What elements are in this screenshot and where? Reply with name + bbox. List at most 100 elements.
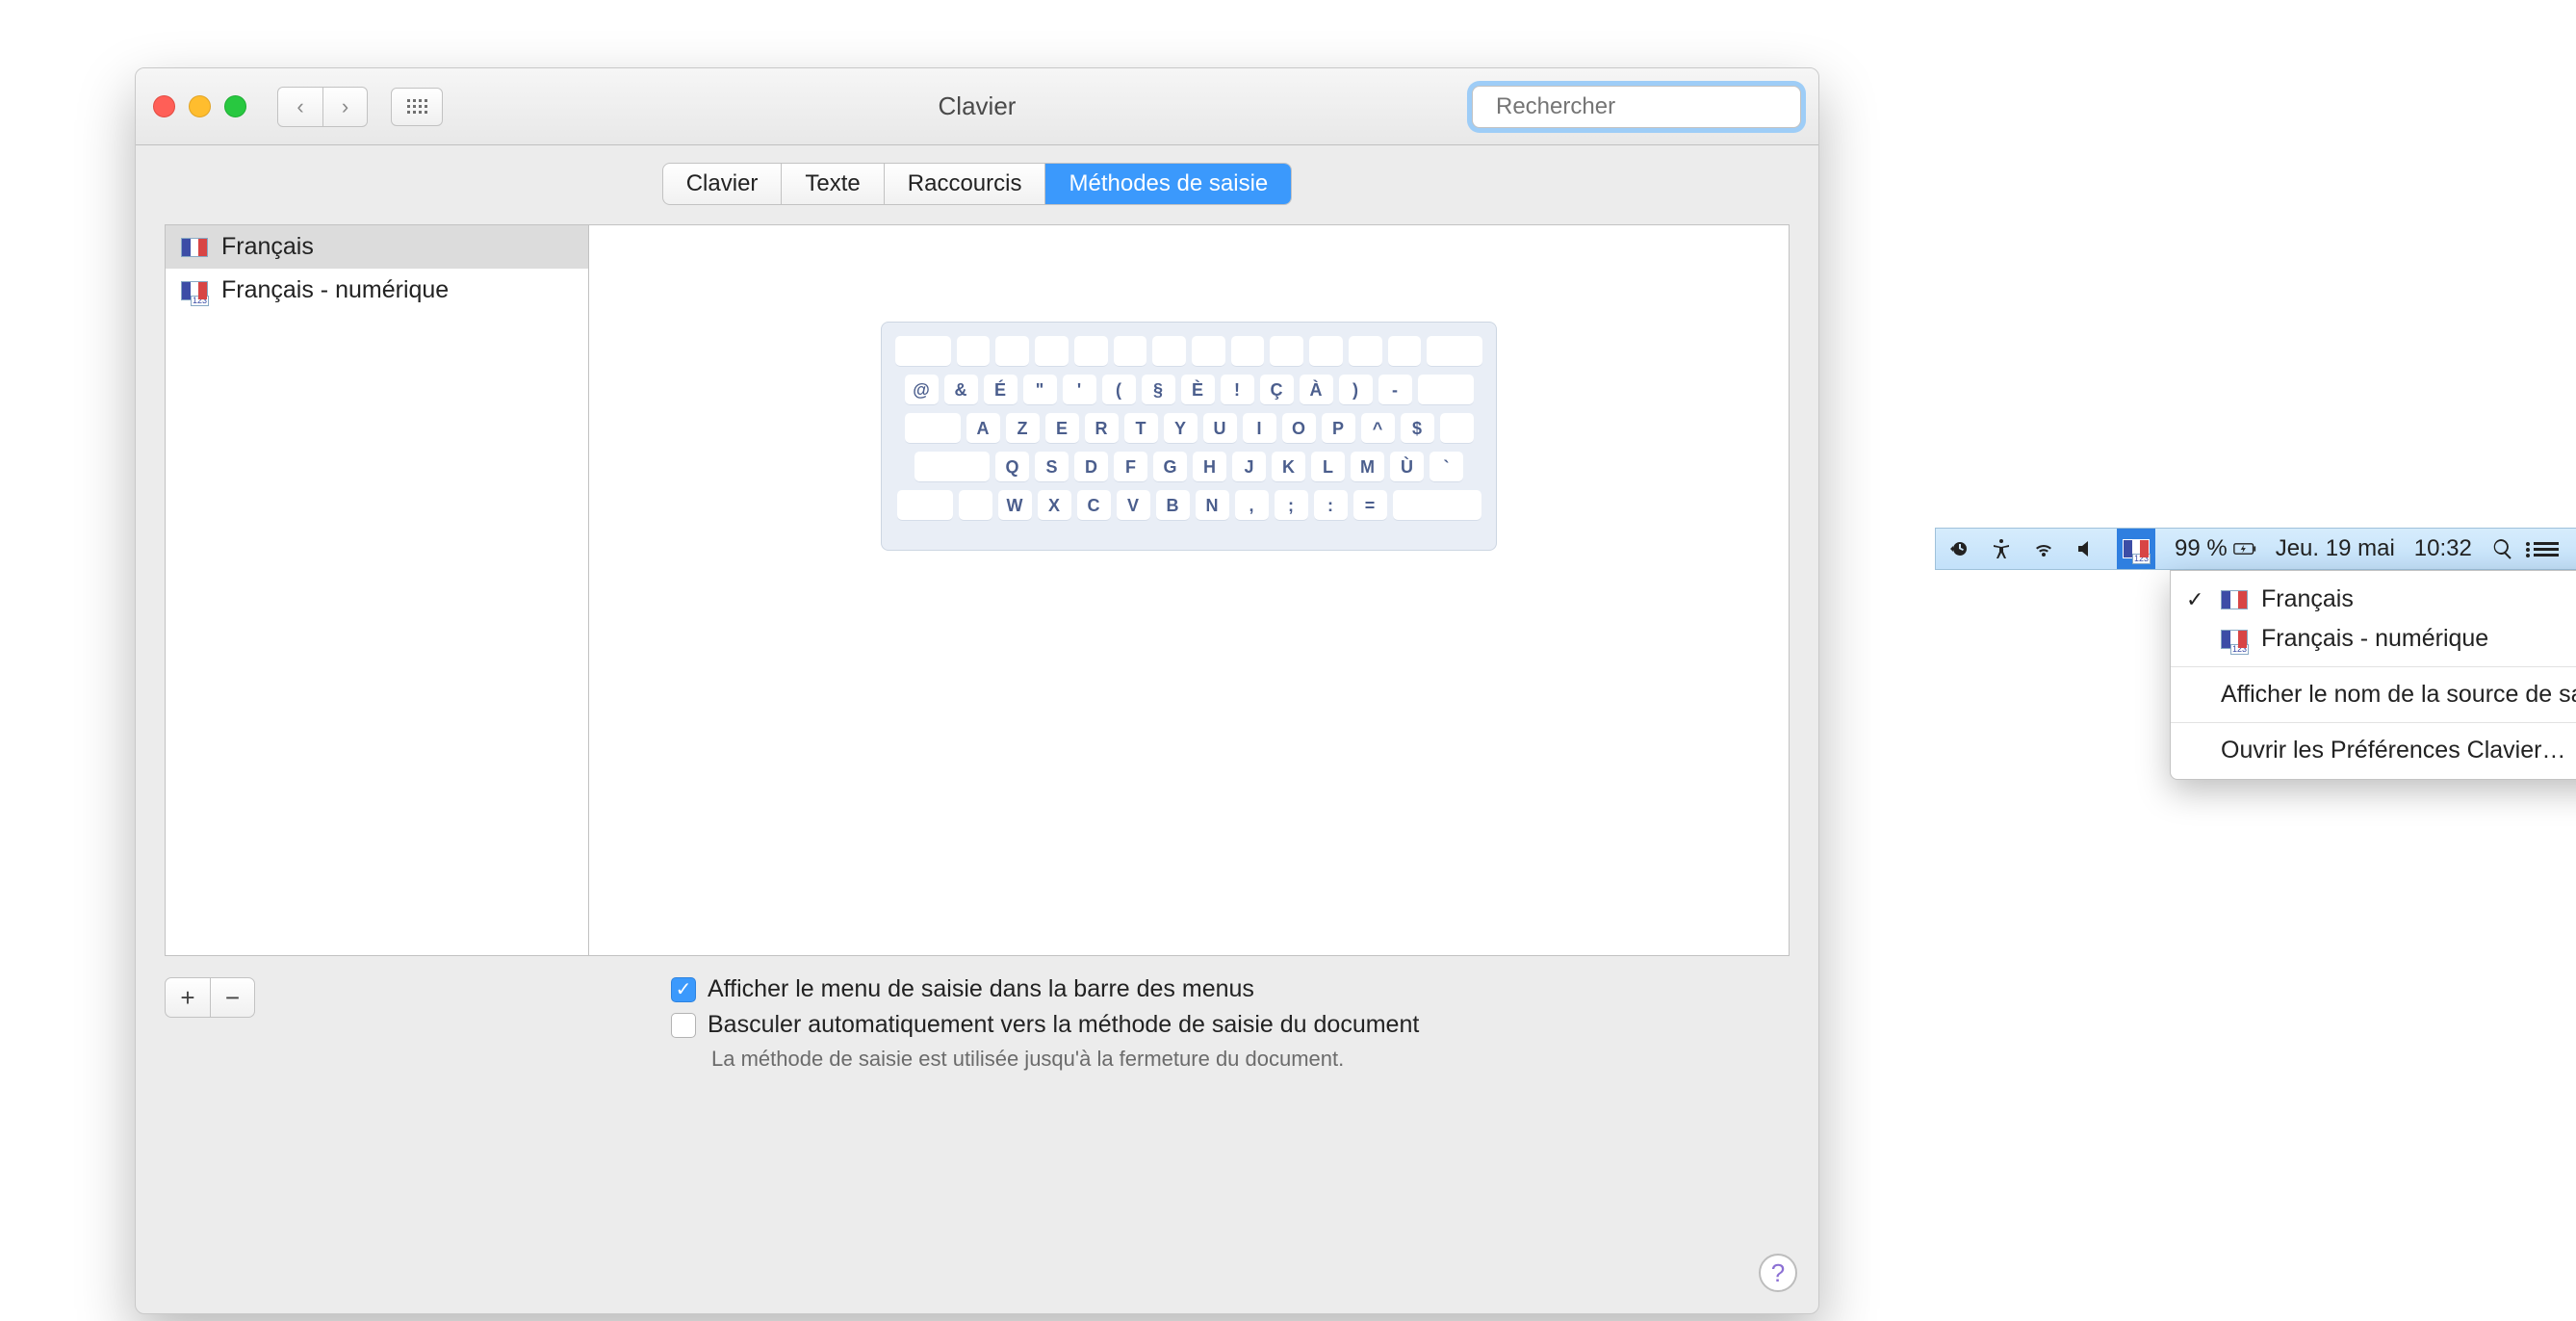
key: D <box>1074 452 1108 482</box>
key: É <box>984 375 1018 405</box>
nav-back-forward: ‹ › <box>277 87 368 127</box>
time-machine-menu[interactable] <box>1947 537 1971 560</box>
key: U <box>1203 413 1237 444</box>
key: T <box>1124 413 1158 444</box>
options-checkboxes: ✓ Afficher le menu de saisie dans la bar… <box>671 975 1419 1072</box>
input-source-item[interactable]: 123 Français - numérique <box>166 269 588 312</box>
add-source-button[interactable]: + <box>166 978 210 1017</box>
chevron-left-icon: ‹ <box>296 94 303 119</box>
key: C <box>1077 490 1111 521</box>
tabs-box: Clavier Texte Raccourcis Méthodes de sai… <box>662 163 1293 205</box>
tab-raccourcis[interactable]: Raccourcis <box>884 164 1045 204</box>
speaker-icon <box>2074 537 2098 560</box>
key: X <box>1038 490 1071 521</box>
search-input[interactable] <box>1494 92 1796 121</box>
minus-icon: − <box>225 983 240 1013</box>
search-field-wrapper[interactable] <box>1472 86 1801 128</box>
notification-center-menu[interactable] <box>2534 542 2559 557</box>
dropdown-item-label: Français <box>2261 585 2354 613</box>
key: J <box>1232 452 1266 482</box>
chevron-right-icon: › <box>342 94 348 119</box>
key: K <box>1272 452 1305 482</box>
key: ^ <box>1361 413 1395 444</box>
macos-menubar: 123 99 % Jeu. 19 mai 10:32 <box>1935 528 2576 570</box>
list-icon <box>2534 542 2559 557</box>
checkbox-label: Afficher le menu de saisie dans la barre… <box>708 975 1254 1003</box>
kbd-row: Q S D F G H J K L M Ù ` <box>895 452 1482 482</box>
key: V <box>1117 490 1150 521</box>
forward-button[interactable]: › <box>322 88 367 126</box>
wifi-menu[interactable] <box>2032 537 2055 560</box>
time-display[interactable]: 10:32 <box>2414 535 2472 562</box>
dropdown-item-label: Afficher le nom de la source de saisie <box>2221 681 2576 709</box>
remove-source-button[interactable]: − <box>210 978 254 1017</box>
key: = <box>1353 490 1387 521</box>
minimize-window-button[interactable] <box>189 95 211 117</box>
accessibility-menu[interactable] <box>1990 537 2013 560</box>
key: ' <box>1063 375 1096 405</box>
zoom-window-button[interactable] <box>224 95 246 117</box>
key: § <box>1142 375 1175 405</box>
titlebar: ‹ › Clavier <box>136 68 1818 145</box>
key: O <box>1282 413 1316 444</box>
input-source-list[interactable]: Français 123 Français - numérique <box>166 225 589 955</box>
spotlight-menu[interactable] <box>2491 537 2514 560</box>
battery-charging-icon <box>2233 537 2256 560</box>
kbd-row: @ & É " ' ( § È ! Ç À ) - <box>895 375 1482 405</box>
key: À <box>1300 375 1333 405</box>
tab-clavier[interactable]: Clavier <box>663 164 782 204</box>
question-mark-icon: ? <box>1771 1258 1785 1288</box>
flag-france-icon <box>2221 590 2248 609</box>
close-window-button[interactable] <box>153 95 175 117</box>
key: $ <box>1401 413 1434 444</box>
wifi-icon <box>2032 537 2055 560</box>
dropdown-item-francais[interactable]: ✓ Français <box>2171 580 2576 619</box>
show-all-prefs-button[interactable] <box>391 88 443 126</box>
key: - <box>1378 375 1412 405</box>
kbd-row: W X C V B N , ; : = <box>895 490 1482 521</box>
key: M <box>1351 452 1384 482</box>
flag-france-numeric-icon: 123 <box>2221 630 2248 649</box>
dropdown-item-label: Ouvrir les Préférences Clavier… <box>2221 737 2565 764</box>
key: R <box>1085 413 1119 444</box>
checkmark-icon: ✓ <box>2186 587 2207 612</box>
dropdown-item-show-name[interactable]: Afficher le nom de la source de saisie <box>2171 675 2576 714</box>
key: E <box>1045 413 1079 444</box>
key: A <box>966 413 1000 444</box>
traffic-lights <box>153 95 246 117</box>
key: È <box>1181 375 1215 405</box>
key: Z <box>1006 413 1040 444</box>
tab-methodes[interactable]: Méthodes de saisie <box>1044 164 1291 204</box>
key: ; <box>1275 490 1308 521</box>
auto-switch-hint: La méthode de saisie est utilisée jusqu'… <box>711 1047 1419 1072</box>
clock-back-icon <box>1947 537 1971 560</box>
date-text: Jeu. 19 mai <box>2276 535 2395 562</box>
layout-preview-pane: @ & É " ' ( § È ! Ç À ) - A <box>589 225 1789 955</box>
auto-switch-checkbox[interactable]: Basculer automatiquement vers la méthode… <box>671 1011 1419 1039</box>
input-source-item[interactable]: Français <box>166 225 588 269</box>
key: Q <box>995 452 1029 482</box>
dropdown-item-francais-numerique[interactable]: 123 Français - numérique <box>2171 619 2576 659</box>
dropdown-separator <box>2171 666 2576 667</box>
key: G <box>1153 452 1187 482</box>
bottom-controls: + − ✓ Afficher le menu de saisie dans la… <box>165 977 1790 1072</box>
date-display[interactable]: Jeu. 19 mai <box>2276 535 2395 562</box>
time-text: 10:32 <box>2414 535 2472 562</box>
dropdown-item-label: Français - numérique <box>2261 625 2488 653</box>
volume-menu[interactable] <box>2074 537 2098 560</box>
key: ! <box>1221 375 1254 405</box>
key: ) <box>1339 375 1373 405</box>
checkbox-off-icon <box>671 1013 696 1038</box>
battery-menu[interactable]: 99 % <box>2175 535 2256 562</box>
key: , <box>1235 490 1269 521</box>
back-button[interactable]: ‹ <box>278 88 322 126</box>
input-source-menu[interactable]: 123 <box>2117 529 2155 569</box>
dropdown-item-open-prefs[interactable]: Ouvrir les Préférences Clavier… <box>2171 731 2576 770</box>
key: H <box>1193 452 1226 482</box>
help-button[interactable]: ? <box>1759 1254 1797 1292</box>
kbd-row: A Z E R T Y U I O P ^ $ <box>895 413 1482 444</box>
tab-texte[interactable]: Texte <box>781 164 883 204</box>
key: & <box>944 375 978 405</box>
show-input-menu-checkbox[interactable]: ✓ Afficher le menu de saisie dans la bar… <box>671 975 1419 1003</box>
dropdown-separator <box>2171 722 2576 723</box>
